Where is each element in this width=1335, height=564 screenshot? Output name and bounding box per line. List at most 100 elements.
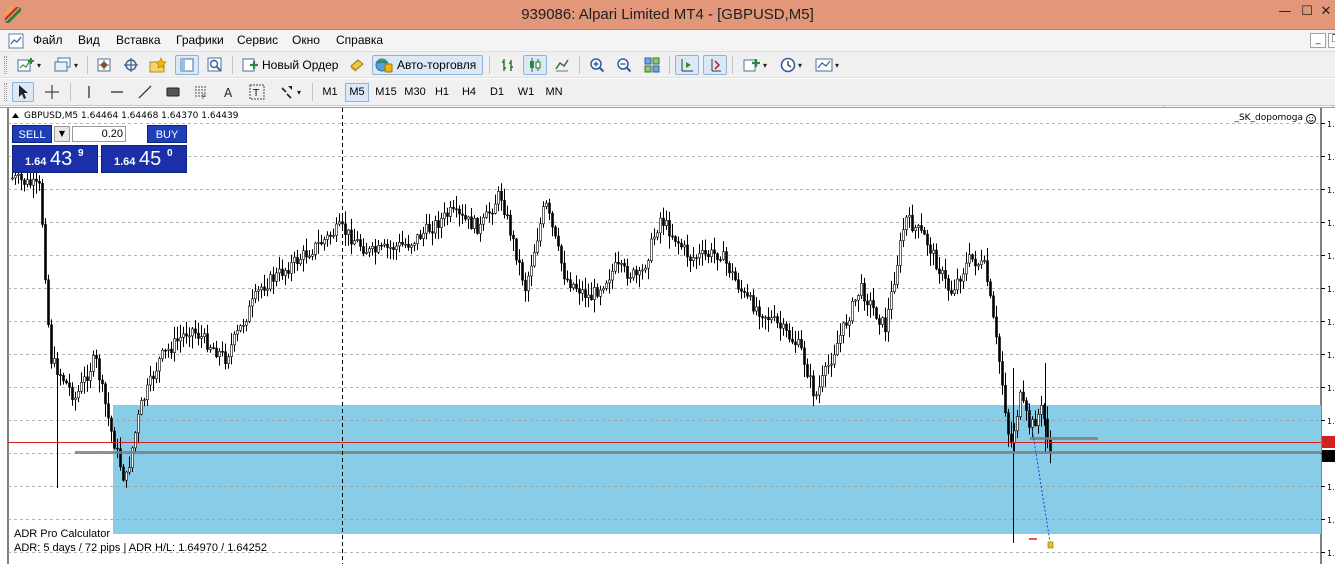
- close-button[interactable]: ✕: [1313, 0, 1335, 26]
- menu-insert[interactable]: Вставка: [116, 33, 161, 47]
- magnifier-tester-icon: [207, 57, 222, 72]
- timeframe-m5[interactable]: M5: [345, 83, 369, 102]
- chart-shift-button[interactable]: [675, 55, 699, 75]
- menu-help[interactable]: Справка: [336, 33, 383, 47]
- text-button[interactable]: A: [218, 82, 240, 102]
- title-bar: 939086: Alpari Limited MT4 - [GBPUSD,M5]…: [0, 0, 1335, 30]
- indicators-icon: [743, 59, 760, 72]
- data-window-button[interactable]: [119, 55, 143, 75]
- new-order-button[interactable]: Новый Ордер: [239, 55, 341, 75]
- autoscroll-button[interactable]: [703, 55, 727, 75]
- zoom-out-button[interactable]: [612, 55, 636, 75]
- terminal-window-icon: [180, 58, 194, 72]
- buy-button[interactable]: BUY: [147, 125, 187, 143]
- autotrading-button[interactable]: Авто-торговля: [372, 55, 483, 75]
- ask-pips: 45: [139, 148, 162, 170]
- zoom-in-button[interactable]: [585, 55, 609, 75]
- ask-quote[interactable]: 1.64 45 0: [101, 145, 187, 173]
- timeframe-mn[interactable]: MN: [541, 83, 567, 102]
- standard-toolbar: ▾ ▾ Новый Ордер Авто-торговля ▾ ▾ ▾: [0, 52, 1335, 127]
- timeframe-m1[interactable]: M1: [318, 83, 342, 102]
- strategy-tester-button[interactable]: [203, 55, 227, 75]
- vertical-line-icon: [88, 86, 90, 98]
- star-folder-icon: [149, 57, 167, 73]
- navigator-button[interactable]: [146, 55, 170, 75]
- timeframe-h4[interactable]: H4: [457, 83, 481, 102]
- candlestick-icon: [530, 58, 541, 72]
- price-tick-label: 1.: [1327, 252, 1335, 261]
- clock-icon: [780, 57, 796, 73]
- text-a-icon: A: [224, 86, 233, 100]
- new-order-label: Новый Ордер: [262, 58, 339, 72]
- line-chart-button[interactable]: [550, 55, 574, 75]
- menu-view[interactable]: Вид: [78, 33, 100, 47]
- menu-tools[interactable]: Сервис: [237, 33, 278, 47]
- trendline-icon: [138, 85, 152, 99]
- toolbar-grip-2[interactable]: [4, 83, 7, 101]
- timeframe-m30[interactable]: M30: [401, 83, 429, 102]
- timeframe-w1[interactable]: W1: [513, 83, 539, 102]
- candle: [851, 297, 854, 324]
- price-tick-label: 1.: [1327, 186, 1335, 195]
- svg-text:A: A: [224, 86, 233, 100]
- chart-window[interactable]: 1.1.1.1.1.1.1.1.1.1.1.1.1.1. GBPUSD,M5 1…: [0, 107, 1335, 564]
- channel-icon: [166, 87, 180, 97]
- vertical-line-button[interactable]: [78, 82, 100, 102]
- tile-windows-icon: [644, 57, 660, 73]
- toolbar-grip[interactable]: [4, 56, 7, 74]
- metaeditor-button[interactable]: [345, 55, 369, 75]
- arrows-icon: [281, 86, 292, 99]
- market-watch-icon: [97, 58, 111, 72]
- mdi-restore-button[interactable]: ❐: [1328, 33, 1335, 48]
- menu-charts[interactable]: Графики: [176, 33, 224, 47]
- price-tick-label: 1.: [1327, 384, 1335, 393]
- timeframe-m15[interactable]: M15: [372, 83, 400, 102]
- price-tick-label: 1.: [1327, 120, 1335, 129]
- profiles-button[interactable]: ▾: [49, 55, 83, 75]
- autotrading-label: Авто-торговля: [397, 58, 477, 72]
- templates-button[interactable]: ▾: [811, 55, 843, 75]
- svg-text:F: F: [202, 94, 206, 100]
- candle: [44, 218, 47, 284]
- equidistant-channel-button[interactable]: [162, 82, 184, 102]
- support-line-short: [1030, 437, 1098, 440]
- trendline-button[interactable]: [134, 82, 156, 102]
- price-tick-label: 1.: [1327, 219, 1335, 228]
- crosshair-target-icon: [124, 58, 138, 72]
- lot-size-input[interactable]: 0.20: [72, 126, 126, 142]
- arrows-button[interactable]: ▾: [274, 82, 306, 102]
- menu-window[interactable]: Окно: [292, 33, 320, 47]
- new-chart-button[interactable]: ▾: [12, 55, 46, 75]
- text-label-button[interactable]: T: [246, 82, 268, 102]
- price-chart[interactable]: 1.1.1.1.1.1.1.1.1.1.1.1.1.1.: [0, 108, 1335, 564]
- bar-chart-button[interactable]: [496, 55, 520, 75]
- terminal-button[interactable]: [175, 55, 199, 75]
- book-editor-icon: [350, 59, 364, 72]
- bid-quote[interactable]: 1.64 43 9: [12, 145, 98, 173]
- menu-bar: Файл Вид Вставка Графики Сервис Окно Спр…: [0, 30, 1335, 52]
- price-tick-label: 1.: [1327, 417, 1335, 426]
- chart-document-icon[interactable]: [8, 33, 24, 49]
- fibonacci-button[interactable]: F: [190, 82, 212, 102]
- lot-decrease-button[interactable]: ▼: [54, 126, 70, 142]
- timeframe-h1[interactable]: H1: [430, 83, 454, 102]
- tile-windows-button[interactable]: [640, 55, 664, 75]
- bid-fraction: 9: [78, 148, 84, 159]
- timeframe-d1[interactable]: D1: [485, 83, 509, 102]
- sell-button[interactable]: SELL: [12, 125, 52, 143]
- price-tick-label: 1.: [1327, 285, 1335, 294]
- ask-prefix: 1.64: [114, 156, 136, 168]
- indicators-button[interactable]: ▾: [738, 55, 772, 75]
- mdi-minimize-button[interactable]: _: [1310, 33, 1326, 48]
- new-chart-icon: [17, 58, 34, 72]
- candlestick-chart-button[interactable]: [523, 55, 547, 75]
- market-watch-button[interactable]: [92, 55, 116, 75]
- support-line: [75, 451, 1321, 454]
- autoscroll-icon: [711, 59, 721, 72]
- cursor-button[interactable]: [12, 82, 34, 102]
- symbol-info: GBPUSD,M5 1.64464 1.64468 1.64370 1.6443…: [24, 111, 239, 121]
- crosshair-button[interactable]: [40, 82, 64, 102]
- periods-button[interactable]: ▾: [776, 55, 806, 75]
- horizontal-line-button[interactable]: [106, 82, 128, 102]
- menu-file[interactable]: Файл: [33, 33, 63, 47]
